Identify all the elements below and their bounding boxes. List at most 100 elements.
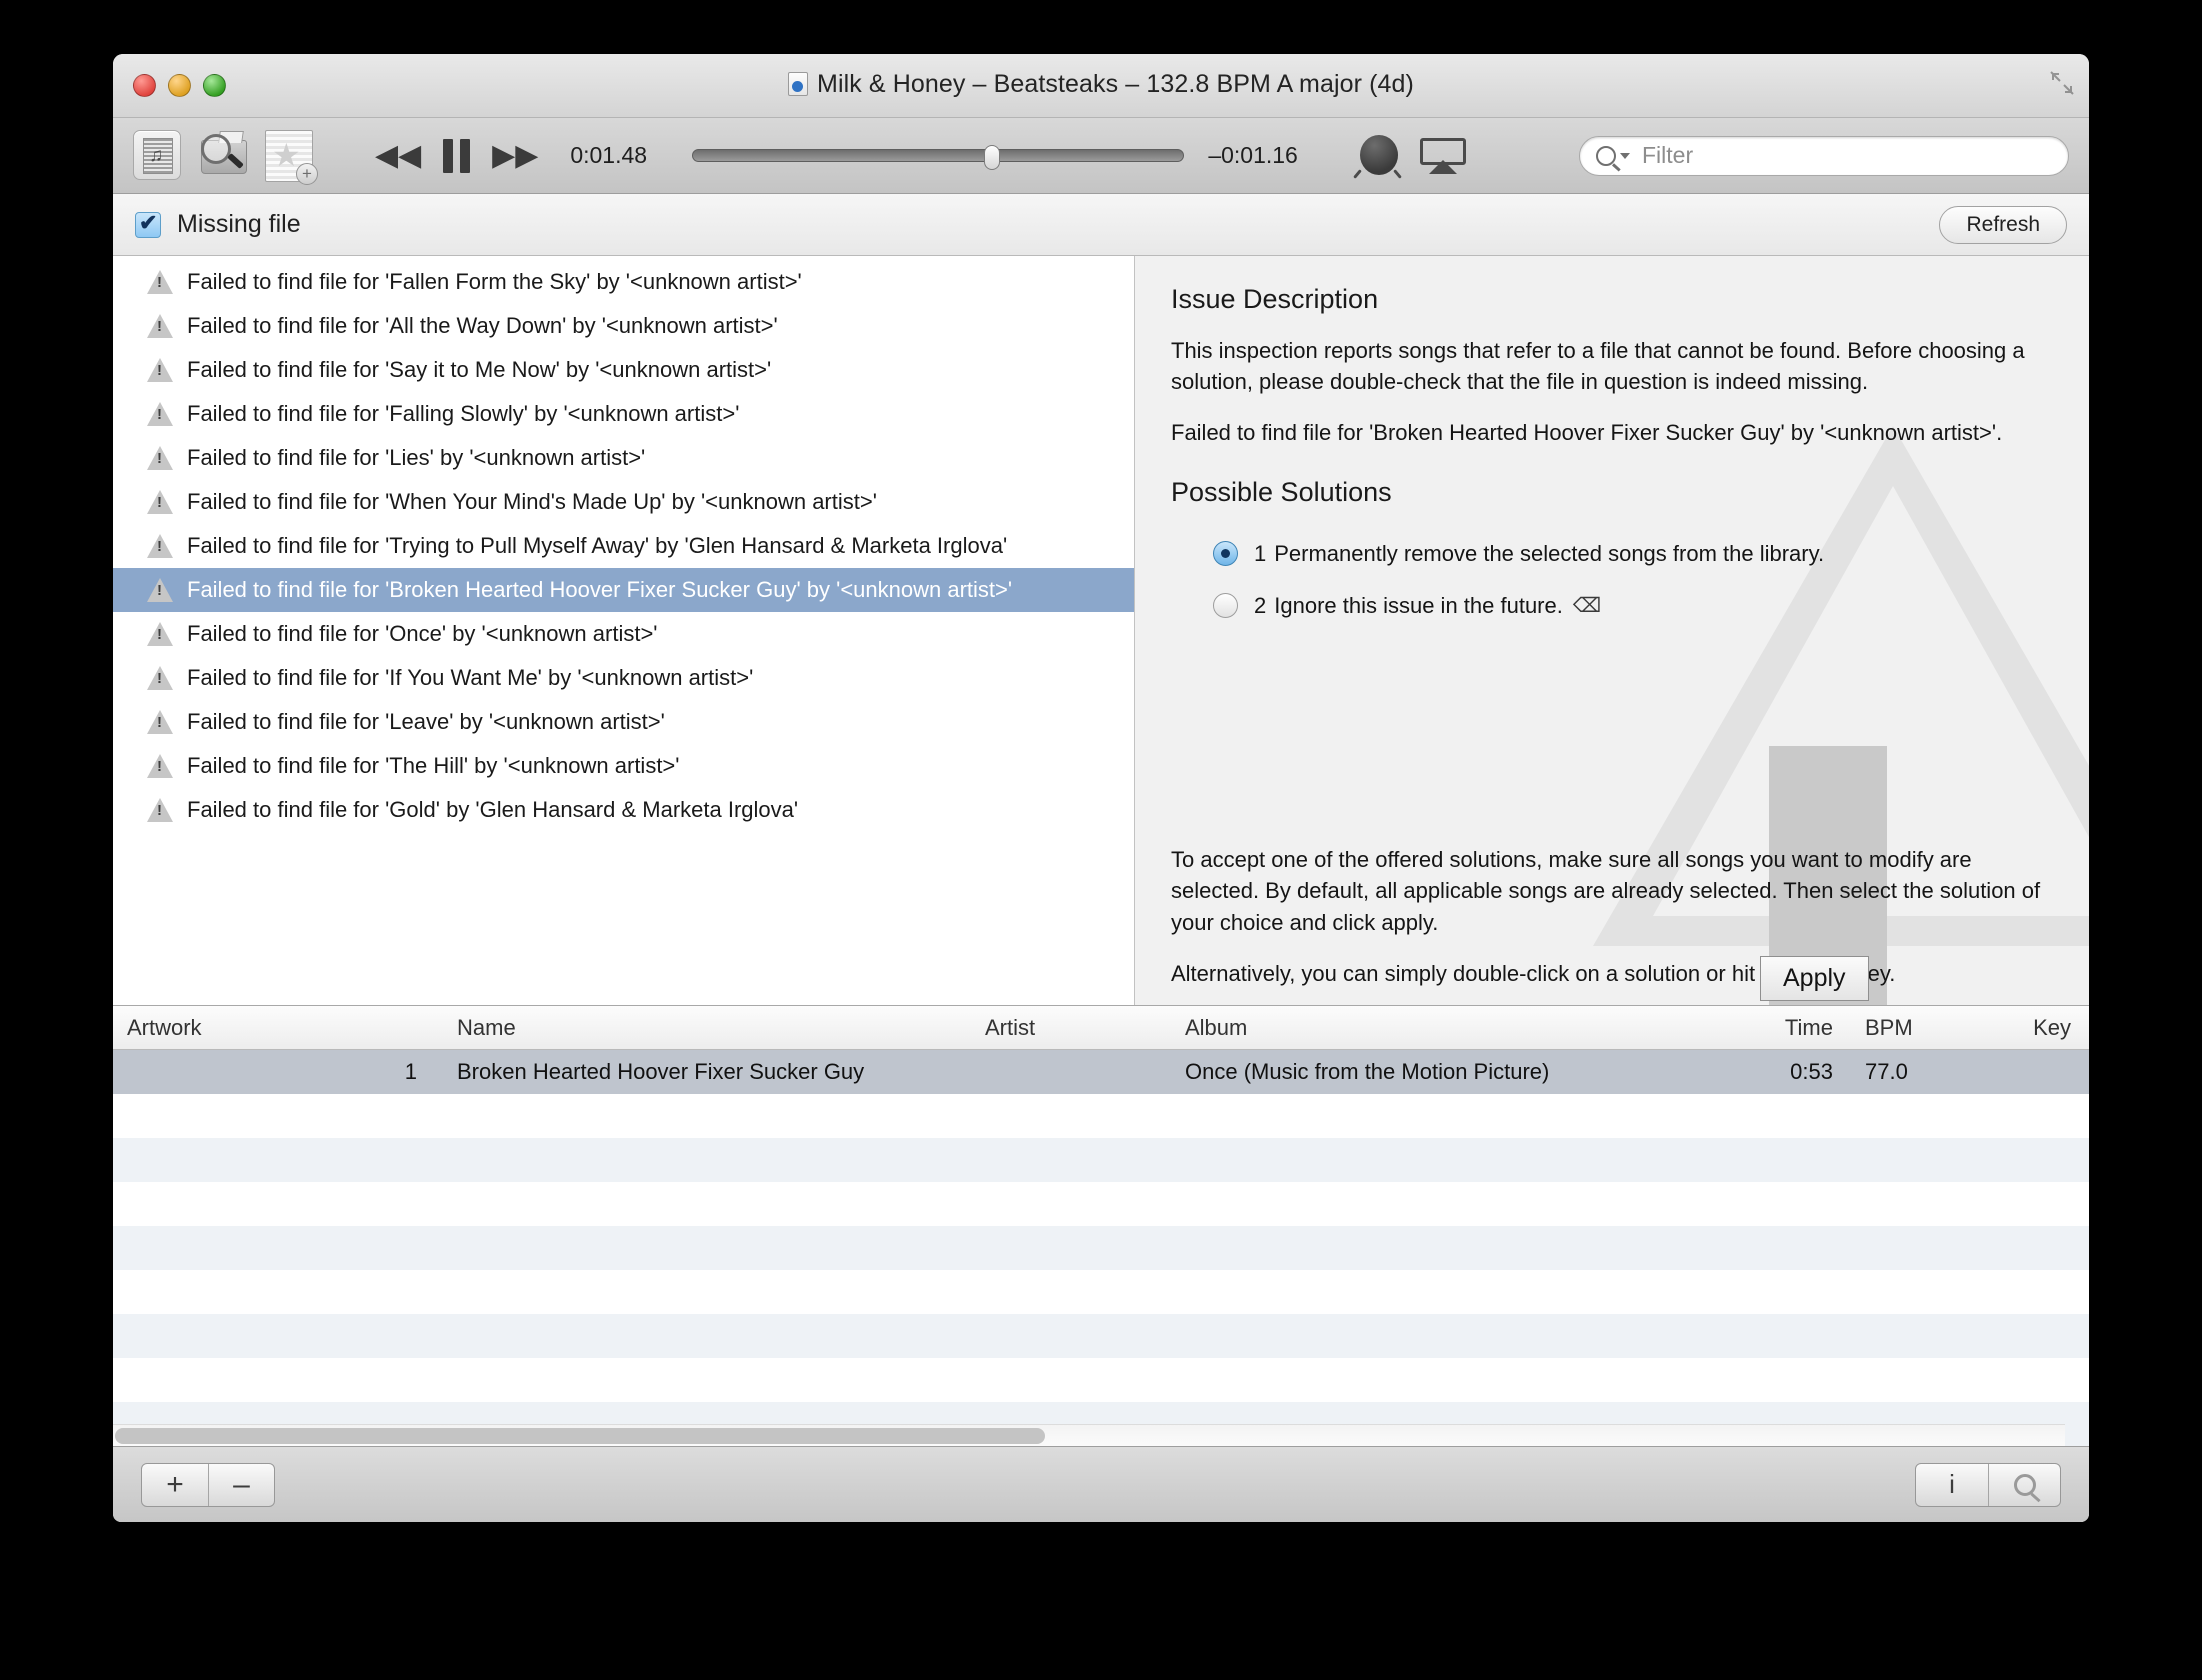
help-paragraph-1: To accept one of the offered solutions, … [1171,847,2041,935]
solution-option[interactable]: 1 Permanently remove the selected songs f… [1213,528,2053,580]
issue-list-item[interactable]: Failed to find file for 'Lies' by '<unkn… [113,436,1134,480]
track-table: Artwork Name Artist Album Time BPM Key 1 Broken… [113,1005,2089,1446]
solution-option-list[interactable]: 1 Permanently remove the selected songs f… [1213,528,2053,632]
magnifier-icon[interactable] [1988,1463,2060,1506]
issue-list-item[interactable]: Failed to find file for 'Falling Slowly'… [113,392,1134,436]
table-cell-time: 0:53 [1790,1059,1833,1084]
column-header-artwork[interactable]: Artwork [113,1015,443,1041]
progress-knob[interactable] [984,144,1001,170]
issue-list-item[interactable]: Failed to find file for 'Leave' by '<unk… [113,700,1134,744]
remove-button[interactable]: – [208,1463,274,1506]
table-body[interactable]: 1 Broken Hearted Hoover Fixer Sucker Guy O… [113,1050,2089,1446]
transport-controls: ◀◀ ▶▶ 0:01.48 [375,138,678,173]
issue-list-item[interactable]: Failed to find file for 'If You Want Me'… [113,656,1134,700]
solution-number: 2 [1254,592,1267,618]
resize-grip-icon[interactable] [2049,70,2075,96]
add-remove-segmented-control[interactable]: + – [141,1462,275,1507]
issue-list-item-label: Failed to find file for 'Broken Hearted … [187,577,1013,602]
table-row[interactable]: 1 Broken Hearted Hoover Fixer Sucker Guy O… [113,1050,2089,1094]
playback-progress-slider[interactable] [692,144,1185,170]
issue-list-item[interactable]: Failed to find file for 'All the Way Dow… [113,304,1134,348]
column-header-time[interactable]: Time [1691,1015,1851,1041]
delete-key-icon: ⌫ [1572,595,1602,618]
volume-knob-icon[interactable] [1352,131,1403,181]
issue-list-item[interactable]: Failed to find file for 'Fallen Form the… [113,260,1134,304]
issue-list-item[interactable]: Failed to find file for 'The Hill' by '<… [113,744,1134,788]
warning-triangle-icon [147,710,174,734]
detail-help-text: To accept one of the offered solutions, … [1171,844,2053,995]
issue-list[interactable]: Failed to find file for 'Fallen Form the… [113,256,1135,1005]
warning-triangle-icon [147,798,174,822]
table-header-row[interactable]: Artwork Name Artist Album Time BPM Key [113,1006,2089,1050]
issue-list-item[interactable]: Failed to find file for 'Gold' by 'Glen … [113,788,1134,832]
warning-triangle-icon [147,358,174,382]
detail-panel: Issue Description This inspection report… [1135,256,2089,1005]
find-folder-icon[interactable] [199,130,255,182]
solution-option[interactable]: 2 Ignore this issue in the future. ⌫ [1213,580,2053,632]
warning-triangle-icon [147,446,174,470]
bottom-toolbar: + – i [113,1446,2089,1522]
issue-list-item-label: Failed to find file for 'When Your Mind'… [187,489,877,514]
column-header-album[interactable]: Album [1171,1015,1691,1041]
airplay-icon[interactable] [1420,137,1467,174]
inspection-header-bar: Missing file Refresh [113,194,2089,256]
search-icon [1596,145,1616,166]
column-header-key[interactable]: Key [1971,1015,2089,1041]
help-paragraph-2: Alternatively, you can simply double-cli… [1171,960,1896,986]
pause-icon[interactable] [443,138,471,173]
warning-triangle-icon [147,270,174,294]
elapsed-time: 0:01.48 [570,142,648,168]
app-window: Milk & Honey – Beatsteaks – 132.8 BPM A … [113,54,2089,1522]
issue-list-item-label: Failed to find file for 'Say it to Me No… [187,357,772,382]
warning-triangle-icon [147,622,174,646]
issue-list-item[interactable]: Failed to find file for 'When Your Mind'… [113,480,1134,524]
table-row-empty [113,1182,2089,1226]
filter-search-field[interactable]: Filter [1579,135,2069,176]
table-row-empty [113,1138,2089,1182]
song-info-icon[interactable] [133,129,189,182]
remaining-time: –0:01.16 [1208,142,1298,168]
issue-list-item[interactable]: Failed to find file for 'Say it to Me No… [113,348,1134,392]
progress-track [692,149,1185,162]
possible-solutions-heading: Possible Solutions [1171,476,1392,507]
solution-label: Ignore this issue in the future. [1274,592,1563,618]
table-cell-bpm: 77.0 [1865,1059,1908,1084]
issue-description-heading: Issue Description [1171,284,1379,314]
table-cell-artwork: 1 [404,1059,417,1084]
missing-file-checkbox[interactable] [135,210,161,238]
main-split: Failed to find file for 'Fallen Form the… [113,256,2089,1005]
table-row-empty [113,1314,2089,1358]
apply-button[interactable]: Apply [1760,956,1869,1001]
solution-radio-button[interactable] [1213,541,1238,567]
issue-list-item-label: Failed to find file for 'Leave' by '<unk… [187,709,665,734]
table-cell-album: Once (Music from the Motion Picture) [1185,1059,1550,1084]
solution-radio-button[interactable] [1213,593,1238,619]
issue-list-item[interactable]: Failed to find file for 'Trying to Pull … [113,524,1134,568]
new-smart-playlist-icon[interactable]: ★ + [265,129,321,185]
issue-list-item[interactable]: Failed to find file for 'Once' by '<unkn… [113,612,1134,656]
refresh-button[interactable]: Refresh [1939,205,2067,244]
horizontal-scrollbar[interactable] [113,1424,2065,1446]
column-header-bpm[interactable]: BPM [1851,1015,1971,1041]
info-button[interactable]: i [1916,1464,1988,1506]
column-header-artist[interactable]: Artist [971,1015,1171,1041]
issue-list-item-label: Failed to find file for 'The Hill' by '<… [187,753,680,778]
window-title: Milk & Honey – Beatsteaks – 132.8 BPM A … [113,70,2089,99]
table-row-empty [113,1094,2089,1138]
chevron-down-icon[interactable] [1620,152,1630,159]
info-search-segmented-control[interactable]: i [1915,1462,2061,1507]
missing-file-label: Missing file [177,210,301,238]
horizontal-scrollbar-thumb[interactable] [115,1428,1045,1444]
title-bar: Milk & Honey – Beatsteaks – 132.8 BPM A … [113,54,2089,118]
issue-list-item[interactable]: Failed to find file for 'Broken Hearted … [113,568,1134,612]
warning-triangle-icon [147,490,174,514]
table-cell-name: Broken Hearted Hoover Fixer Sucker Guy [457,1059,865,1084]
rewind-icon[interactable]: ◀◀ [375,140,421,171]
add-button[interactable]: + [142,1464,208,1506]
fast-forward-icon[interactable]: ▶▶ [492,140,538,171]
warning-triangle-icon [147,314,174,338]
issue-list-item-label: Failed to find file for 'If You Want Me'… [187,665,754,690]
issue-list-item-label: Failed to find file for 'Gold' by 'Glen … [187,797,799,822]
column-header-name[interactable]: Name [443,1015,971,1041]
warning-triangle-icon [147,666,174,690]
